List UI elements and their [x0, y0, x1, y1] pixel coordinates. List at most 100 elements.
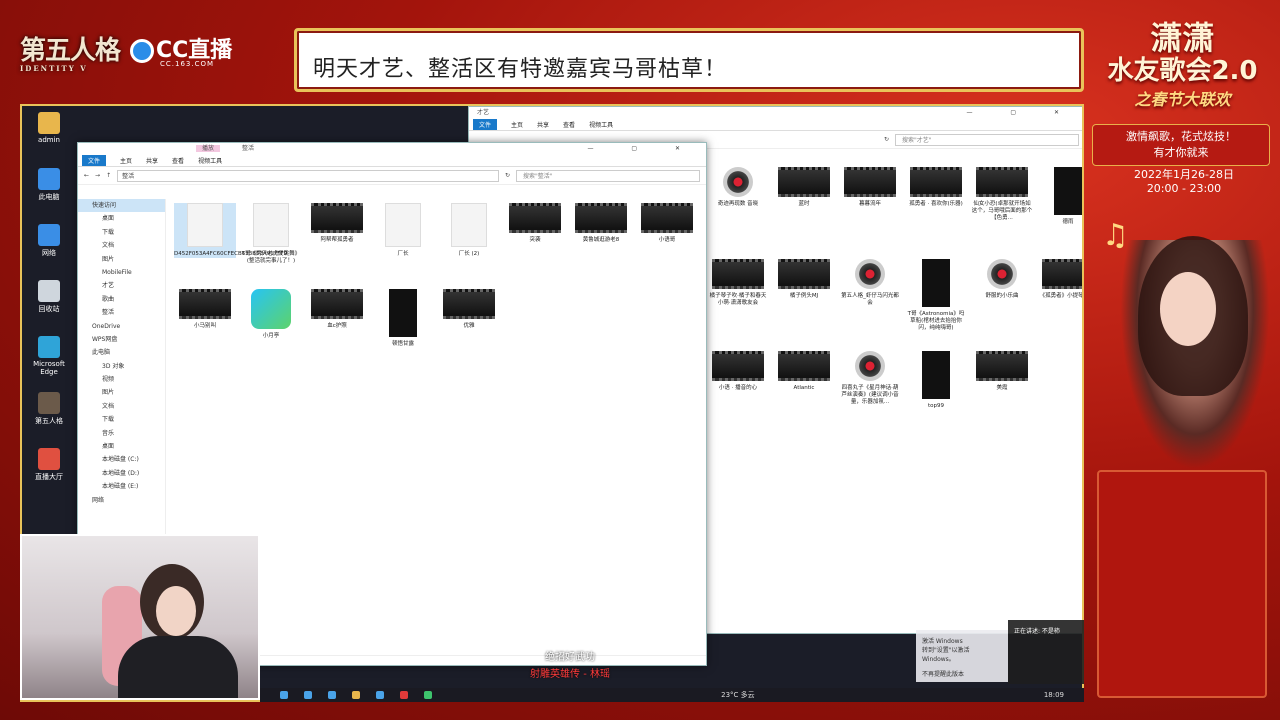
- taskbar-clock: 18:09: [1043, 691, 1064, 699]
- desktop-icon[interactable]: admin: [24, 112, 74, 144]
- file-item[interactable]: 小月亭: [240, 289, 302, 340]
- nav-item[interactable]: 本地磁盘 (D:): [78, 467, 165, 480]
- file-item[interactable]: 小马别叫: [174, 289, 236, 330]
- nav-item[interactable]: 桌面: [78, 440, 165, 453]
- nav-item[interactable]: 下载: [78, 226, 165, 239]
- nav-item[interactable]: 桌面: [78, 212, 165, 225]
- nav-item[interactable]: 下载: [78, 413, 165, 426]
- nav-item[interactable]: 网络: [78, 494, 165, 507]
- file-item[interactable]: D452F053A4FC60CFECB633B53A917FF9: [174, 203, 287, 258]
- file-label: 小语 · 播音的心: [718, 385, 758, 391]
- activation-toast[interactable]: 激活 Windows 转到"设置"以激活 Windows。 不再提醒此版本: [916, 630, 1008, 682]
- file-item[interactable]: T哥《Astronomia》吗草船(棺材进去抬抬你闪，纯纯嗨哥): [905, 259, 967, 332]
- file-item[interactable]: 孤勇者 · 喜欢你(乐器): [905, 167, 967, 208]
- refresh-icon[interactable]: ↻: [505, 172, 510, 179]
- desktop-icon[interactable]: 回收站: [24, 280, 74, 314]
- file-item[interactable]: 厂长: [372, 203, 434, 258]
- nav-item[interactable]: 歌曲: [78, 293, 165, 306]
- file-item[interactable]: 小语哥: [636, 203, 698, 244]
- music-app-icon[interactable]: [400, 691, 408, 699]
- file-item[interactable]: 四喜丸子《星月神话·葫芦丝演奏》(建议调小音量，乐器加氛...: [839, 351, 901, 406]
- nav-item[interactable]: 整活: [78, 306, 165, 319]
- nav-item[interactable]: 音乐: [78, 427, 165, 440]
- nav-item[interactable]: 快速访问: [78, 199, 165, 213]
- nav-item[interactable]: MobileFile: [78, 266, 165, 279]
- file-item[interactable]: 蓝时: [773, 167, 835, 208]
- file-item[interactable]: 第五人格_虾仔马闪光都会: [839, 259, 901, 307]
- search-input[interactable]: 搜索"才艺": [895, 133, 1079, 146]
- window-controls[interactable]: — ▢ ✕: [966, 107, 1077, 119]
- window-controls[interactable]: — ▢ ✕: [587, 143, 698, 155]
- tab-share[interactable]: 共享: [146, 156, 158, 165]
- file-item[interactable]: 《孤勇者》小提琴 古筝: [1037, 259, 1082, 300]
- cc-logo-icon: [130, 39, 154, 63]
- forward-arrow-icon[interactable]: →: [95, 172, 100, 179]
- tab-file[interactable]: 文件: [473, 119, 498, 130]
- file-item[interactable]: T哥《两只老虎爱跳舞》(整活就完事儿了！): [240, 203, 302, 265]
- nav-item[interactable]: 本地磁盘 (C:): [78, 453, 165, 466]
- tab-video-tools[interactable]: 视频工具: [589, 120, 613, 129]
- nav-item[interactable]: 本地磁盘 (E:): [78, 480, 165, 493]
- search-input[interactable]: 搜索"整活": [516, 169, 700, 182]
- nav-item[interactable]: 图片: [78, 253, 165, 266]
- file-item[interactable]: top99: [905, 351, 967, 410]
- up-arrow-icon[interactable]: ↑: [106, 172, 111, 179]
- file-item[interactable]: 奇迹再现数 音晓: [707, 167, 769, 208]
- refresh-icon[interactable]: ↻: [884, 136, 889, 143]
- desktop-icon[interactable]: 第五人格: [24, 392, 74, 426]
- desktop-icon[interactable]: 直播大厅: [24, 448, 74, 482]
- tab-view[interactable]: 查看: [563, 120, 575, 129]
- tab-share[interactable]: 共享: [537, 120, 549, 129]
- file-item[interactable]: 血c护照: [306, 289, 368, 330]
- tab-home[interactable]: 主页: [120, 156, 132, 165]
- file-item[interactable]: 顿悟甘露: [372, 289, 434, 348]
- nav-item[interactable]: 文档: [78, 400, 165, 413]
- file-item[interactable]: 黄鲁城逛游老8: [570, 203, 632, 244]
- nav-item[interactable]: 3D 对象: [78, 360, 165, 373]
- back-arrow-icon[interactable]: ←: [84, 172, 89, 179]
- file-item[interactable]: 小语 · 播音的心: [707, 351, 769, 392]
- tab-home[interactable]: 主页: [511, 120, 523, 129]
- file-item[interactable]: 优雅: [438, 289, 500, 330]
- titlebar[interactable]: 才艺 — ▢ ✕: [469, 107, 1082, 119]
- tab-file[interactable]: 文件: [82, 155, 107, 166]
- address-input[interactable]: 整活: [117, 169, 499, 182]
- tab-view[interactable]: 查看: [172, 156, 184, 165]
- nav-item[interactable]: 视频: [78, 373, 165, 386]
- desktop-icon[interactable]: 此电脑: [24, 168, 74, 202]
- chat-app-icon[interactable]: [424, 691, 432, 699]
- file-item[interactable]: 舒服的小乐曲: [971, 259, 1033, 300]
- browser-icon[interactable]: [376, 691, 384, 699]
- announcement-banner: 明天才艺、整活区有特邀嘉宾马哥枯草！: [294, 28, 1084, 92]
- explorer-icon[interactable]: [352, 691, 360, 699]
- file-item[interactable]: Atlantic: [773, 351, 835, 392]
- titlebar[interactable]: 播放 整活 — ▢ ✕: [78, 143, 706, 155]
- banner-text: 明天才艺、整活区有特邀嘉宾马哥枯草！: [313, 57, 728, 82]
- file-item[interactable]: 橘子例头MJ: [773, 259, 835, 300]
- search-icon[interactable]: [304, 691, 312, 699]
- nav-item[interactable]: WPS网盘: [78, 333, 165, 346]
- nav-item[interactable]: 此电脑: [78, 346, 165, 359]
- file-item[interactable]: 美霞: [971, 351, 1033, 392]
- file-icon: [922, 351, 950, 399]
- file-item[interactable]: 突袭: [504, 203, 566, 244]
- tab-play[interactable]: 播放: [196, 145, 221, 152]
- toast-dismiss[interactable]: 不再提醒此版本: [922, 669, 1002, 678]
- file-item[interactable]: 橘子琴子吹·橘子和春天小萌·潇潇歌友会: [707, 259, 769, 307]
- desktop-icon-label: 网络: [42, 249, 56, 257]
- file-item[interactable]: 德雨: [1037, 167, 1082, 226]
- nav-item[interactable]: 文档: [78, 239, 165, 252]
- desktop-icon[interactable]: Microsoft Edge: [24, 336, 74, 376]
- desktop-icon[interactable]: 网络: [24, 224, 74, 258]
- nav-item[interactable]: 才艺: [78, 279, 165, 292]
- file-item[interactable]: 厂长 (2): [438, 203, 500, 258]
- nav-item[interactable]: 图片: [78, 386, 165, 399]
- file-item[interactable]: 仙女小恐(卓那就开场如这个，马哥哦后面的那个【色勇...: [971, 167, 1033, 222]
- app-icon: [38, 112, 60, 134]
- file-item[interactable]: 暮暮流年: [839, 167, 901, 208]
- nav-item[interactable]: OneDrive: [78, 320, 165, 333]
- start-icon[interactable]: [280, 691, 288, 699]
- taskview-icon[interactable]: [328, 691, 336, 699]
- file-item[interactable]: 阿帮帮孤勇者: [306, 203, 368, 244]
- tab-video-tools[interactable]: 视频工具: [198, 156, 222, 165]
